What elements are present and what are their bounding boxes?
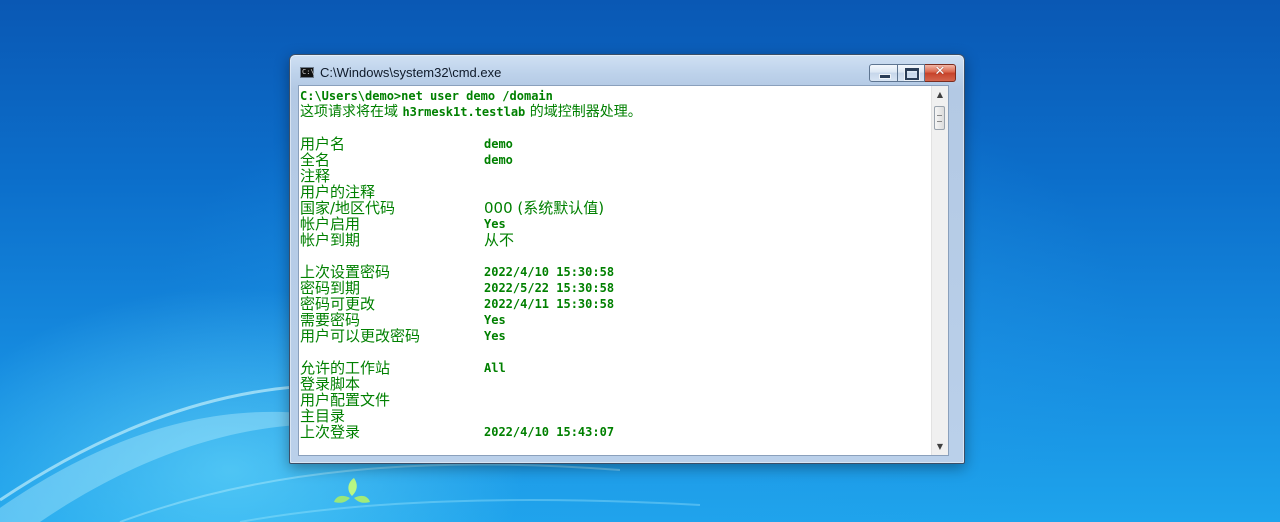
info-row: 用户的注释 [300, 184, 642, 200]
command-line: C:\Users\demo>net user demo /domain [300, 89, 553, 103]
console-output[interactable]: C:\Users\demo>net user demo /domain 这项请求… [298, 85, 949, 456]
cmd-app-icon[interactable]: C:\ [300, 67, 315, 78]
info-value: 000 (系统默认值) [484, 199, 605, 217]
info-row: 需要密码 Yes [300, 312, 642, 328]
info-value: 2022/4/11 15:30:58 [484, 297, 615, 311]
info-row: 帐户启用 Yes [300, 216, 642, 232]
window-title: C:\Windows\system32\cmd.exe [320, 65, 502, 80]
cmd-window[interactable]: C:\ C:\Windows\system32\cmd.exe ✕ C:\Use… [289, 54, 965, 464]
info-value: Yes [484, 313, 506, 327]
console-lines: C:\Users\demo>net user demo /domain 这项请求… [300, 88, 642, 440]
info-value: 2022/4/10 15:43:07 [484, 425, 615, 439]
info-row: 全名 demo [300, 152, 642, 168]
close-icon: ✕ [934, 64, 946, 79]
info-label: 国家/地区代码 [300, 199, 396, 217]
info-row: 上次设置密码 2022/4/10 15:30:58 [300, 264, 642, 280]
info-row: 国家/地区代码 000 (系统默认值) [300, 200, 642, 216]
info-value: All [484, 361, 506, 375]
scroll-down-arrow-icon[interactable]: ▼ [932, 438, 948, 455]
info-value: Yes [484, 217, 506, 231]
info-row: 密码到期 2022/5/22 15:30:58 [300, 280, 642, 296]
caption-buttons: ✕ [869, 64, 956, 82]
info-label: 帐户启用 [300, 215, 361, 233]
info-row: 主目录 [300, 408, 642, 424]
info-label: 登录脚本 [300, 375, 361, 393]
maximize-button[interactable] [898, 64, 925, 82]
info-label: 需要密码 [300, 311, 361, 329]
info-row: 登录脚本 [300, 376, 642, 392]
minimize-icon [879, 74, 891, 79]
info-row [300, 344, 642, 360]
info-label: 全名 [300, 151, 331, 169]
info-row: 用户名 demo [300, 136, 642, 152]
info-label: 上次设置密码 [300, 263, 391, 281]
info-row: 上次登录 2022/4/10 15:43:07 [300, 424, 642, 440]
domain-message: 这项请求将在域 h3rmesk1t.testlab 的域控制器处理。 [300, 104, 642, 120]
title-bar[interactable]: C:\ C:\Windows\system32\cmd.exe ✕ [290, 55, 964, 85]
info-value: 2022/4/10 15:30:58 [484, 265, 615, 279]
info-label: 用户名 [300, 135, 346, 153]
info-label: 密码可更改 [300, 295, 376, 313]
info-row: 用户可以更改密码 Yes [300, 328, 642, 344]
windows-logo-leaf-icon [334, 478, 370, 503]
info-value: Yes [484, 329, 506, 343]
message-domain: h3rmesk1t.testlab [402, 105, 526, 119]
info-value: demo [484, 153, 513, 167]
maximize-icon [904, 67, 920, 81]
info-label: 允许的工作站 [300, 359, 391, 377]
info-row: 密码可更改 2022/4/11 15:30:58 [300, 296, 642, 312]
info-value: demo [484, 137, 513, 151]
scroll-up-arrow-icon[interactable]: ▲ [932, 86, 948, 103]
info-value: 2022/5/22 15:30:58 [484, 281, 615, 295]
scrollbar-thumb[interactable] [934, 106, 945, 130]
close-button[interactable]: ✕ [925, 64, 956, 82]
info-row: 注释 [300, 168, 642, 184]
info-label: 注释 [300, 167, 331, 185]
info-row [300, 248, 642, 264]
info-label: 主目录 [300, 407, 346, 425]
message-suffix: 的域控制器处理。 [525, 104, 642, 120]
info-value: 从不 [484, 231, 515, 249]
info-label: 用户的注释 [300, 183, 376, 201]
vertical-scrollbar[interactable]: ▲ ▼ [931, 86, 948, 455]
info-label: 密码到期 [300, 279, 361, 297]
info-label: 用户可以更改密码 [300, 327, 421, 345]
info-label: 上次登录 [300, 423, 361, 441]
user-info-list: 用户名 demo 全名 demo 注释 用户的注释 国家/地区代码 000 (系统默认值) 帐户… [300, 136, 642, 440]
info-label: 帐户到期 [300, 231, 361, 249]
minimize-button[interactable] [869, 64, 898, 82]
info-row: 用户配置文件 [300, 392, 642, 408]
info-row: 允许的工作站 All [300, 360, 642, 376]
message-prefix: 这项请求将在域 [300, 104, 403, 120]
info-label: 用户配置文件 [300, 391, 391, 409]
info-row: 帐户到期 从不 [300, 232, 642, 248]
